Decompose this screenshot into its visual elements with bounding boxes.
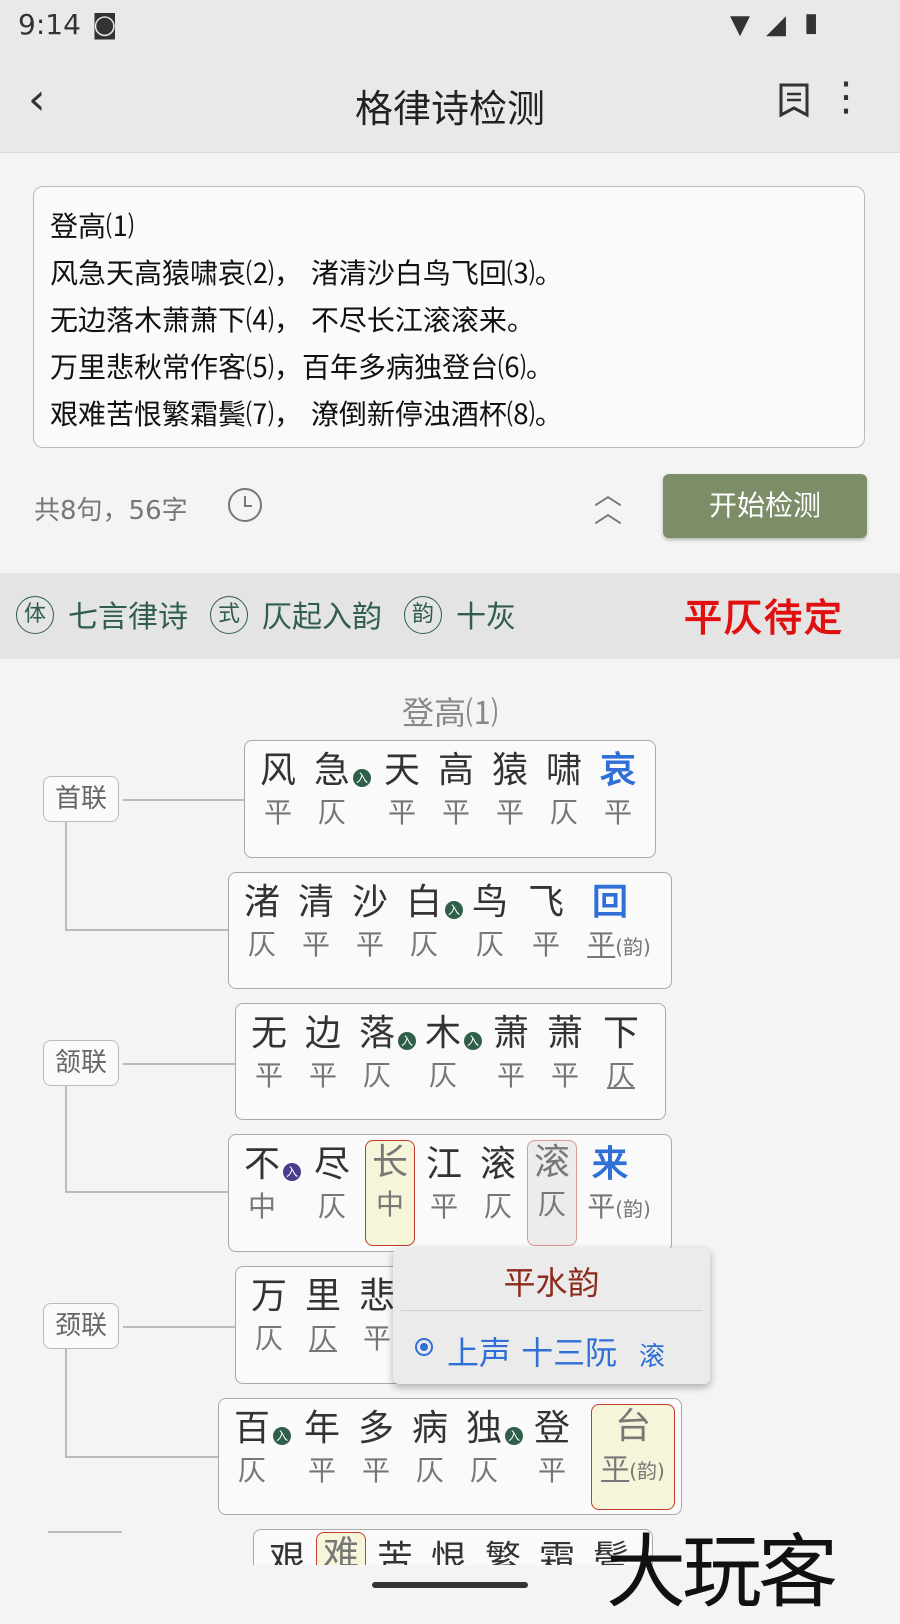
char-cell[interactable]: 江平 [419,1143,469,1227]
poem-input[interactable]: 登高⑴ 风急天高猿啸哀⑵， 渚清沙白鸟飞回⑶。 无边落木萧萧下⑷， 不尽长江滚滚… [33,186,865,448]
verdict-label: 平仄待定 [684,596,845,640]
char-cell[interactable]: 啸仄 [539,749,589,833]
char-cell[interactable]: 来平(韵) [579,1143,659,1229]
char-cell[interactable]: 急仄 [307,749,357,833]
char-cell[interactable]: 独仄 [459,1407,509,1491]
status-bar: 9:14 ◙ ▼ ◢ ▮ [0,0,900,52]
couplet-label-third: 颈联 [43,1303,119,1349]
start-check-button[interactable]: 开始检测 [663,474,867,538]
entering-tone-icon: 入 [273,1427,291,1445]
char-cell[interactable]: 边平 [298,1012,348,1096]
char-cell[interactable]: 下仄 [596,1012,646,1096]
char-cell[interactable]: 风平 [253,749,303,833]
page-title: 格律诗检测 [354,87,545,131]
verse-line-4: 不中 入 尽仄 长中 江平 滚仄 滚仄 来平(韵) [228,1134,672,1252]
popup-title: 平水韵 [503,1264,600,1302]
char-cell[interactable]: 萧平 [540,1012,590,1096]
char-cell[interactable]: 里仄 [298,1275,348,1359]
poem-style: 仄起入韵 [262,600,382,635]
char-cell[interactable]: 百仄 [227,1407,277,1491]
rhyme-seal-icon: 韵 [404,596,442,634]
char-cell[interactable]: 恨 [424,1538,474,1565]
char-cell[interactable]: 多平 [351,1407,401,1491]
entering-tone-icon: 入 [398,1032,416,1050]
char-cell[interactable]: 登平 [527,1407,577,1491]
verse-line-6: 百仄 入 年平 多平 病仄 独仄 入 登平 台平(韵) [218,1398,682,1515]
verse-line-7: 艰 难 苦 恨 繁 霜 鬓 [253,1529,653,1565]
rhyme-group: 十灰 [456,600,516,635]
char-cell[interactable]: 苦 [370,1538,420,1565]
char-cell[interactable]: 哀平 [593,749,643,833]
char-cell[interactable]: 滚仄 [473,1143,523,1227]
verse-line-2: 渚仄 清平 沙平 白仄 入 鸟仄 飞平 回平(韵) [228,872,672,989]
input-line: 艰难苦恨繁霜鬓⑺， 潦倒新停浊酒杯⑻。 [50,398,563,431]
char-cell-highlighted[interactable]: 长中 [365,1140,415,1246]
entering-tone-icon: 入 [445,901,463,919]
app-bar: ‹ 格律诗检测 ⋮ [0,52,900,153]
book-icon[interactable] [778,82,810,118]
battery-icon: ▮ [804,8,819,38]
radio-selected-icon[interactable] [415,1338,433,1356]
home-indicator[interactable] [372,1582,528,1588]
char-cell[interactable]: 猿平 [485,749,535,833]
collapse-chevron-icon[interactable]: ︿ ︿ [594,481,622,527]
char-cell[interactable]: 回平(韵) [579,881,659,967]
char-cell[interactable]: 繁 [478,1538,528,1565]
form-seal-icon: 体 [16,596,54,634]
char-cell[interactable]: 年平 [297,1407,347,1491]
rhyme-popup: 平水韵 上声 十三阮 滚 [393,1248,710,1384]
entering-tone-icon: 入 [353,769,371,787]
input-line: 风急天高猿啸哀⑵， 渚清沙白鸟飞回⑶。 [50,257,563,290]
popup-option-char: 滚 [639,1342,666,1372]
status-time: 9:14 [18,8,81,41]
char-cell-highlighted[interactable]: 台平(韵) [591,1404,675,1510]
couplet-label-second: 颔联 [43,1040,119,1086]
notification-icon: ◙ [92,10,118,40]
char-cell[interactable]: 白仄 [399,881,449,965]
input-line: 万里悲秋常作客⑸，百年多病独登台⑹。 [50,351,555,384]
char-cell[interactable]: 尽仄 [307,1143,357,1227]
char-cell[interactable]: 天平 [377,749,427,833]
entering-tone-icon: 入 [283,1163,301,1181]
wifi-icon: ▼ [730,10,750,40]
char-cell[interactable]: 萧平 [486,1012,536,1096]
char-cell[interactable]: 落仄 [352,1012,402,1096]
style-seal-icon: 式 [210,596,248,634]
entering-tone-icon: 入 [505,1427,523,1445]
more-options-icon[interactable]: ⋮ [826,74,866,120]
char-cell[interactable]: 渚仄 [237,881,287,965]
char-cell[interactable]: 鸟仄 [465,881,515,965]
poem-title: 登高⑴ [401,694,498,732]
input-line: 登高⑴ [50,210,135,243]
popup-divider [401,1310,702,1311]
char-cell[interactable]: 沙平 [345,881,395,965]
sentence-count: 共8句，56字 [34,496,188,526]
verse-line-1: 风平 急仄 入 天平 高平 猿平 啸仄 哀平 [244,740,656,858]
char-cell[interactable]: 病仄 [405,1407,455,1491]
poem-form: 七言律诗 [68,600,188,635]
verse-line-3: 无平 边平 落仄 入 木仄 入 萧平 萧平 下仄 [235,1003,666,1120]
char-cell[interactable]: 不中 [237,1143,287,1227]
char-cell[interactable]: 霜 [532,1538,582,1565]
popup-option[interactable]: 上声 十三阮 [447,1328,617,1374]
history-clock-icon[interactable] [228,488,262,522]
entering-tone-icon: 入 [464,1032,482,1050]
couplet-label-first: 首联 [43,776,119,822]
char-cell[interactable]: 木仄 [418,1012,468,1096]
char-cell[interactable]: 万仄 [244,1275,294,1359]
input-line: 无边落木萧萧下⑷， 不尽长江滚滚来。 [50,304,535,337]
info-strip: 体 七言律诗 式 仄起入韵 韵 十灰 平仄待定 [0,573,900,659]
char-cell[interactable]: 高平 [431,749,481,833]
char-cell-highlighted[interactable]: 难 [316,1532,366,1565]
char-cell[interactable]: 无平 [244,1012,294,1096]
watermark-logo: 大玩客 [606,1526,838,1619]
char-cell[interactable]: 艰 [262,1538,312,1565]
signal-icon: ◢ [766,10,786,40]
char-cell[interactable]: 清平 [291,881,341,965]
